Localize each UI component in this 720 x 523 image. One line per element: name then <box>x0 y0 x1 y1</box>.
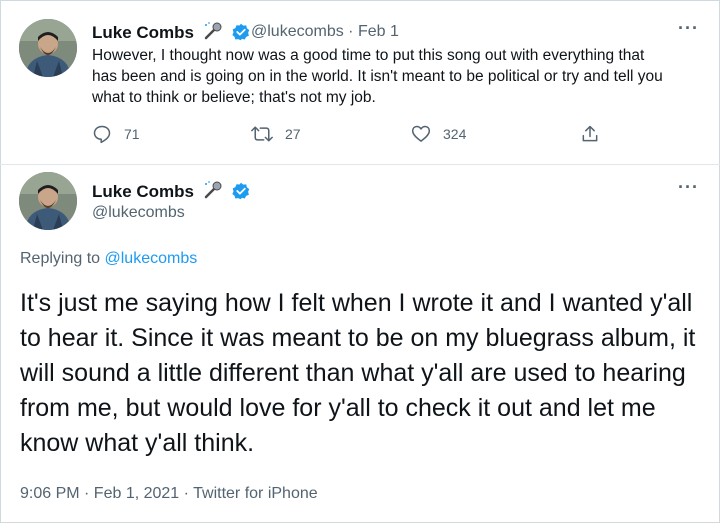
more-options-icon[interactable]: ··· <box>678 18 699 39</box>
display-name-text[interactable]: Luke Combs <box>92 182 194 201</box>
retweet-icon <box>251 126 273 142</box>
display-name[interactable]: Luke Combs <box>92 180 250 205</box>
reply-icon <box>93 125 111 144</box>
tweet-timestamp[interactable]: 9:06 PM · Feb 1, 2021 · Twitter for iPho… <box>20 485 318 503</box>
like-button[interactable]: 324 <box>411 124 466 144</box>
microphone-icon <box>203 180 223 205</box>
verified-badge-icon <box>231 23 250 46</box>
reply-count: 71 <box>124 126 140 142</box>
tweet-divider <box>0 164 720 165</box>
retweet-button[interactable]: 27 <box>251 124 301 144</box>
heart-icon <box>411 125 431 142</box>
like-count: 324 <box>443 126 467 142</box>
microphone-icon <box>203 21 223 46</box>
tweet-text: It's just me saying how I felt when I wr… <box>20 289 696 457</box>
tweet-text: However, I thought now was a good time t… <box>92 47 663 106</box>
more-options-icon[interactable]: ··· <box>678 177 699 198</box>
avatar[interactable] <box>19 172 77 230</box>
tweet-date[interactable]: Feb 1 <box>358 23 399 40</box>
display-name-text[interactable]: Luke Combs <box>92 23 194 42</box>
separator-dot: · <box>348 23 354 40</box>
handle-and-date: @lukecombs · Feb 1 <box>251 23 399 41</box>
replying-to-handle-link[interactable]: @lukecombs <box>105 250 198 267</box>
handle[interactable]: @lukecombs <box>251 23 344 40</box>
display-name[interactable]: Luke Combs <box>92 21 250 46</box>
reply-button[interactable]: 71 <box>92 124 140 144</box>
replying-to-label: Replying to <box>20 250 105 267</box>
verified-badge-icon <box>231 182 250 205</box>
replying-to: Replying to @lukecombs <box>20 250 197 268</box>
share-button[interactable] <box>580 124 612 144</box>
tweet-actions: 71 27 324 <box>0 124 720 148</box>
handle[interactable]: @lukecombs <box>92 204 185 222</box>
share-icon <box>582 125 598 142</box>
avatar[interactable] <box>19 19 77 77</box>
retweet-count: 27 <box>285 126 301 142</box>
